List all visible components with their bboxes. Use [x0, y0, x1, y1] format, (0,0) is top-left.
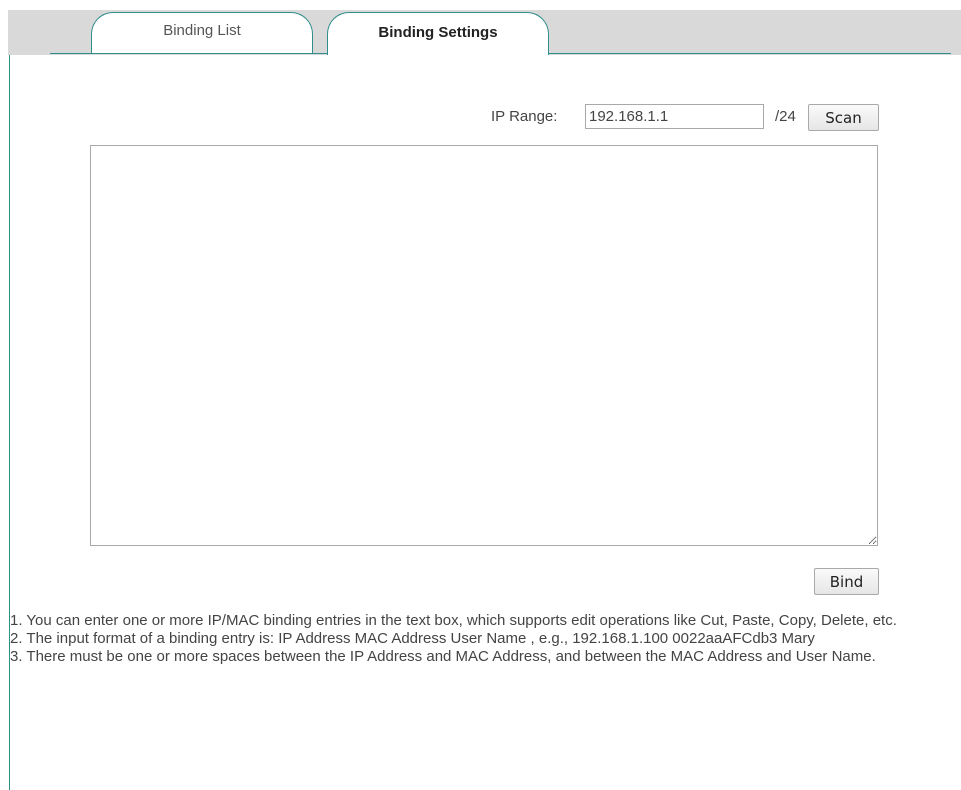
- tab-binding-settings-label: Binding Settings: [378, 24, 498, 41]
- scan-button[interactable]: Scan: [808, 104, 879, 131]
- ip-range-row: IP Range: /24 Scan: [0, 104, 961, 132]
- instruction-3: 3. There must be one or more spaces betw…: [10, 648, 876, 665]
- binding-entries-textarea[interactable]: [90, 145, 878, 546]
- subnet-suffix: /24: [775, 108, 796, 125]
- ip-range-input[interactable]: [585, 104, 764, 129]
- bind-button[interactable]: Bind: [814, 568, 879, 595]
- instruction-1: 1. You can enter one or more IP/MAC bind…: [10, 612, 897, 629]
- tab-strip: Binding List Binding Settings: [8, 10, 961, 56]
- tab-binding-list-label: Binding List: [163, 22, 241, 39]
- ip-range-label: IP Range:: [491, 108, 558, 125]
- tab-binding-list[interactable]: Binding List: [91, 12, 313, 53]
- tab-binding-settings[interactable]: Binding Settings: [327, 12, 549, 56]
- instruction-2: 2. The input format of a binding entry i…: [10, 630, 815, 647]
- active-tab-cover: [328, 54, 548, 56]
- content-left-border: [9, 55, 10, 790]
- instructions: 1. You can enter one or more IP/MAC bind…: [10, 612, 955, 666]
